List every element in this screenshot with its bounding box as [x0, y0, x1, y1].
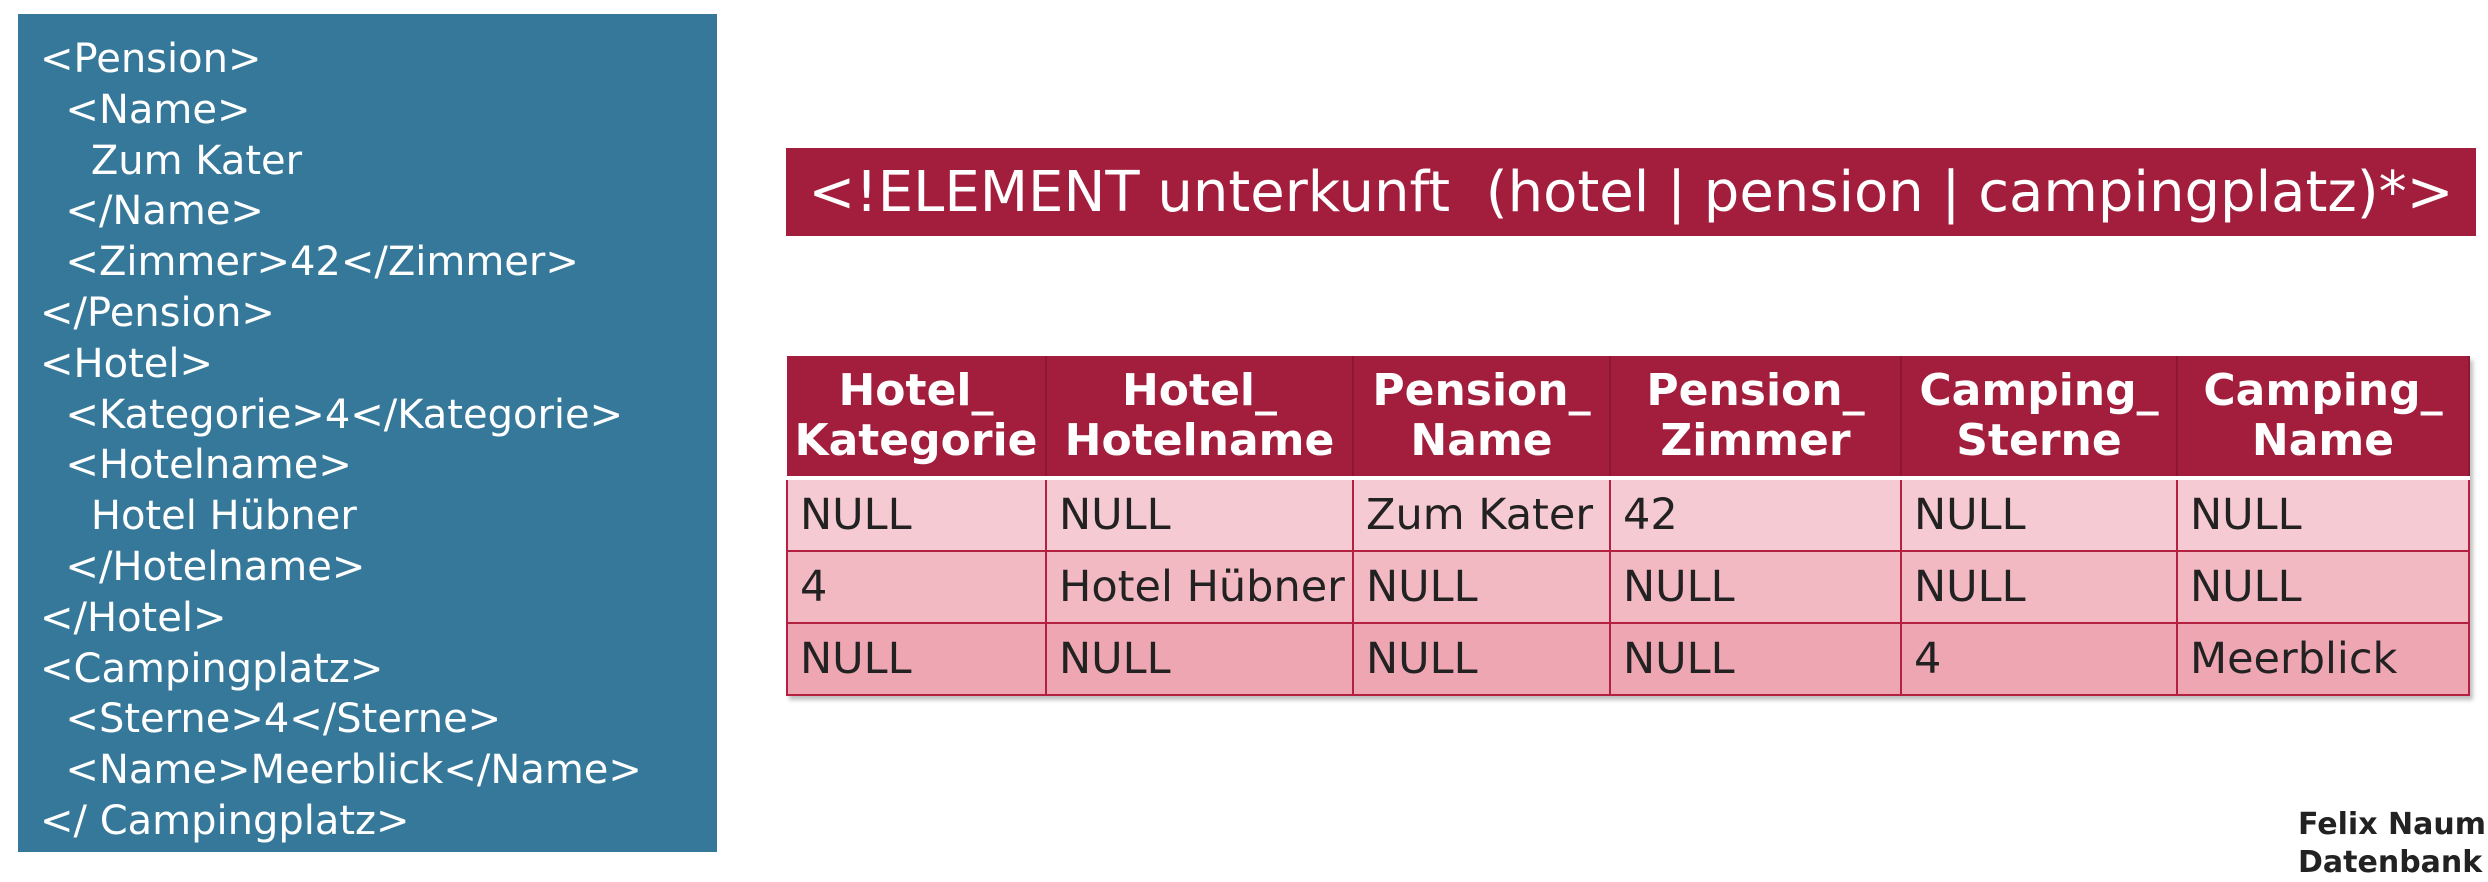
- table-cell: NULL: [786, 477, 1047, 552]
- xml-line: <Sterne>4</Sterne>: [40, 696, 502, 743]
- table-row: NULL NULL NULL NULL 4 Meerblick: [786, 622, 2470, 696]
- table-cell: NULL: [1609, 550, 1902, 624]
- xml-line: <Hotelname>: [40, 442, 352, 489]
- table-row: 4 Hotel Hübner NULL NULL NULL NULL: [786, 550, 2470, 624]
- table-cell: 42: [1609, 477, 1902, 552]
- dtd-declaration: <!ELEMENT unterkunft (hotel | pension | …: [786, 148, 2476, 236]
- xml-line: Hotel Hübner: [40, 493, 357, 540]
- xml-line: <Name>Meerblick</Name>: [40, 747, 642, 794]
- column-header-camping-name: Camping_ Name: [2177, 356, 2470, 480]
- table-cell: Hotel Hübner: [1045, 550, 1354, 624]
- table-row: NULL NULL Zum Kater 42 NULL NULL: [786, 477, 2470, 552]
- relational-table: Hotel_ Kategorie Hotel_ Hotelname Pensio…: [786, 356, 2470, 696]
- table-cell: NULL: [1045, 477, 1354, 552]
- column-header-camping-sterne: Camping_ Sterne: [1901, 356, 2178, 480]
- xml-line: </Name>: [40, 188, 264, 235]
- footer-author: Felix Naum: [2298, 807, 2486, 842]
- column-header-hotel-kategorie: Hotel_ Kategorie: [787, 356, 1047, 480]
- xml-line: </Hotel>: [40, 594, 227, 641]
- table-cell: 4: [1900, 622, 2178, 696]
- footer-credit: Felix Naum Datenbank: [2298, 806, 2486, 882]
- xml-line: </Hotelname>: [40, 543, 366, 590]
- column-header-hotel-hotelname: Hotel_ Hotelname: [1046, 356, 1354, 480]
- footer-course: Datenbank: [2298, 845, 2483, 880]
- table-cell: NULL: [2176, 550, 2470, 624]
- table-cell: NULL: [1900, 477, 2178, 552]
- xml-line: Zum Kater: [40, 137, 303, 184]
- table-cell: NULL: [1352, 622, 1611, 696]
- table-cell: NULL: [1045, 622, 1354, 696]
- table-header-row: Hotel_ Kategorie Hotel_ Hotelname Pensio…: [787, 356, 2470, 480]
- table-cell: NULL: [2176, 477, 2470, 552]
- table-cell: NULL: [1352, 550, 1611, 624]
- table-cell: NULL: [1609, 622, 1902, 696]
- xml-line: </Pension>: [40, 289, 275, 336]
- table-cell: NULL: [1900, 550, 2178, 624]
- xml-line: <Name>: [40, 86, 251, 133]
- xml-line: <Pension>: [40, 36, 262, 82]
- column-header-pension-zimmer: Pension_ Zimmer: [1610, 356, 1902, 480]
- table-cell: 4: [786, 550, 1047, 624]
- xml-code-block: <Pension> <Name> Zum Kater </Name> <Zimm…: [18, 14, 717, 852]
- xml-line: <Zimmer>42</Zimmer>: [40, 239, 579, 286]
- xml-line: <Kategorie>4</Kategorie>: [40, 391, 624, 438]
- table-cell: Meerblick: [2176, 622, 2470, 696]
- xml-line: <Campingplatz>: [40, 645, 384, 692]
- xml-line: </ Campingplatz>: [40, 797, 410, 844]
- xml-line: <Hotel>: [40, 340, 213, 387]
- table-cell: Zum Kater: [1352, 477, 1611, 552]
- column-header-pension-name: Pension_ Name: [1353, 356, 1611, 480]
- table-cell: NULL: [786, 622, 1047, 696]
